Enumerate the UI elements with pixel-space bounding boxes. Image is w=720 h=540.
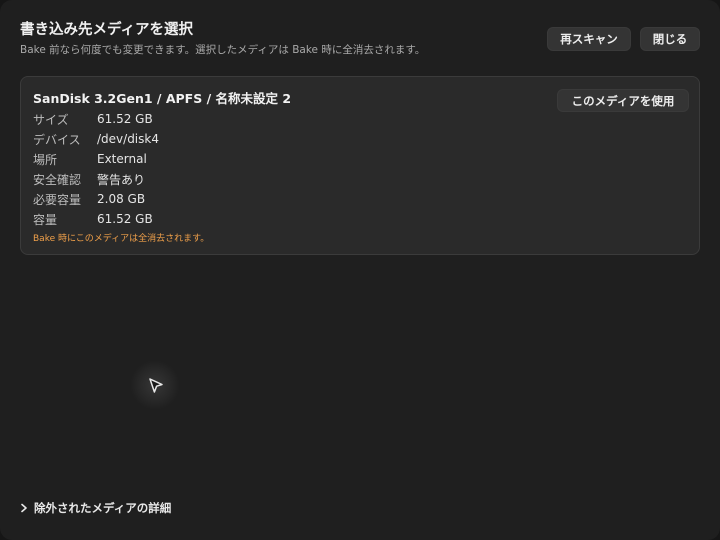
info-row-location: 場所 External: [33, 149, 433, 169]
use-media-button[interactable]: このメディアを使用: [557, 89, 689, 112]
info-label: 安全確認: [33, 172, 82, 187]
erase-warning: Bake 時にこのメディアは全消去されます。: [33, 234, 210, 244]
info-label: 場所: [33, 152, 58, 167]
info-value: 61.52 GB: [97, 112, 153, 126]
info-label: 容量: [33, 212, 58, 227]
info-value: /dev/disk4: [97, 132, 159, 146]
page-title: 書き込み先メディアを選択: [20, 22, 193, 38]
rescan-button[interactable]: 再スキャン: [547, 27, 631, 51]
info-value: 61.52 GB: [97, 212, 153, 226]
info-label: デバイス: [33, 132, 81, 147]
media-info-list: サイズ 61.52 GB デバイス /dev/disk4 場所 External…: [33, 109, 433, 229]
info-label: サイズ: [33, 112, 69, 127]
media-title: SanDisk 3.2Gen1 / APFS / 名称未設定 2: [33, 91, 292, 106]
info-row-required: 必要容量 2.08 GB: [33, 189, 433, 209]
info-row-safety: 安全確認 警告あり: [33, 169, 433, 189]
info-value: External: [97, 152, 147, 166]
info-row-size: サイズ 61.52 GB: [33, 109, 433, 129]
info-row-device: デバイス /dev/disk4: [33, 129, 433, 149]
page-subtitle: Bake 前なら何度でも変更できます。選択したメディアは Bake 時に全消去さ…: [20, 44, 426, 56]
info-value: 警告あり: [97, 172, 146, 187]
media-card[interactable]: SanDisk 3.2Gen1 / APFS / 名称未設定 2 このメディアを…: [20, 76, 700, 255]
excluded-media-details-toggle[interactable]: 除外されたメディアの詳細: [20, 500, 171, 516]
info-row-capacity: 容量 61.52 GB: [33, 209, 433, 229]
info-value: 2.08 GB: [97, 192, 146, 206]
info-label: 必要容量: [33, 192, 82, 207]
media-select-window: 書き込み先メディアを選択 Bake 前なら何度でも変更できます。選択したメディア…: [0, 0, 720, 540]
close-button[interactable]: 閉じる: [640, 27, 700, 51]
header: 書き込み先メディアを選択 Bake 前なら何度でも変更できます。選択したメディア…: [20, 20, 520, 57]
pointer-cursor-icon: [130, 360, 180, 410]
excluded-media-details-label: 除外されたメディアの詳細: [34, 501, 172, 515]
chevron-right-icon: [20, 501, 30, 515]
